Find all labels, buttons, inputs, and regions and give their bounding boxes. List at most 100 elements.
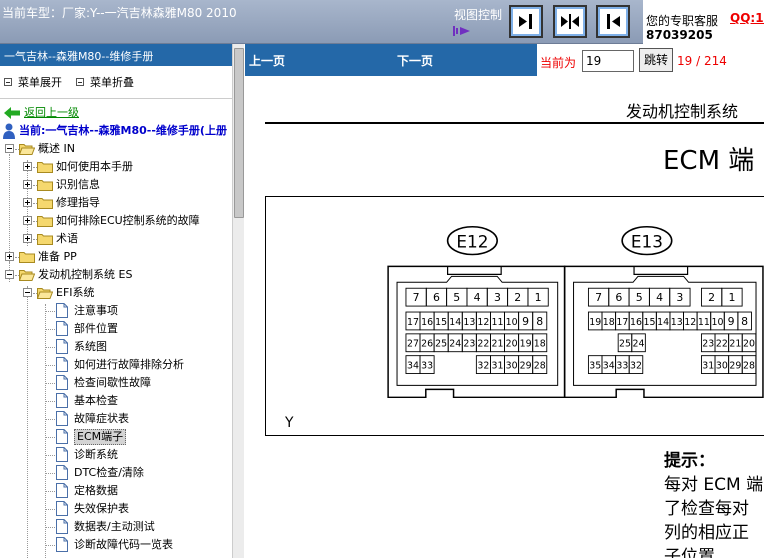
expand-all-label: 菜单展开 [18,76,62,89]
next-page-link[interactable]: 下一页 [397,52,433,69]
pin-number: 7 [413,291,420,304]
hint-title: 提示： [664,451,715,471]
tree-item-label: DTC检查/清除 [74,466,144,479]
top-bar: 当前车型：厂家:Y--一汽吉林森雅M80 2010 视图控制 您的专职客服 QQ… [0,0,764,44]
e13-pins: 7 6 5 4 3 2 119 18 17 16 15 14 13 12 11 10 9 825 24 23 22 21 2… [587,287,757,374]
service-number: 87039205 [646,28,713,42]
pin-number: 35 [589,361,601,372]
split-view-button[interactable] [553,5,587,38]
tree-line [45,383,55,384]
hint-line: 列的相应正 [664,523,749,543]
pin-number: 22 [477,339,489,350]
back-arrow-icon [4,107,20,119]
page-jump-box: 当前为 跳转 19 / 214 [537,44,764,76]
tree-item-label: 数据表/主动测试 [74,520,155,533]
tree-item[interactable]: 注意事项 [0,302,232,320]
tree-line [45,365,55,366]
pin-number: 11 [698,317,710,328]
tree-item[interactable]: EFI系统 [0,284,232,302]
pin-number: 32 [630,361,642,372]
scrollbar-thumb[interactable] [234,48,244,218]
tree-item[interactable]: 诊断系统 [0,446,232,464]
tree-item[interactable]: 数据表/主动测试 [0,518,232,536]
pin-number: 17 [407,317,419,328]
tree-item[interactable]: 故障症状表 [0,410,232,428]
expand-left-panel-button[interactable] [596,5,630,38]
pin-number: 12 [477,317,489,328]
expand-toggle-icon[interactable] [5,252,14,261]
tree-item-label: 诊断故障代码一览表 [74,538,173,551]
tree-item-label: 概述 IN [38,142,75,155]
pin-number: 31 [491,361,503,372]
pin-number: 27 [407,339,419,350]
pin-number: 16 [421,317,433,328]
tree-item[interactable]: 识别信息 [0,176,232,194]
expand-toggle-icon[interactable] [23,180,32,189]
tree-item[interactable]: 失效保护表 [0,500,232,518]
collapse-left-panel-button[interactable] [509,5,543,38]
tree-item[interactable]: 如何进行故障排除分析 [0,356,232,374]
folder-icon [37,180,53,191]
tree-item[interactable]: 准备 PP [0,248,232,266]
pin-number: 8 [536,315,543,328]
tree-item[interactable]: 修理指导 [0,194,232,212]
service-qq-link[interactable]: QQ:15 [730,11,764,25]
pin-number: 25 [619,339,631,350]
tree-line [45,419,55,420]
tree-item[interactable]: DTC检查/清除 [0,464,232,482]
tree-item-label: 准备 PP [38,250,77,263]
left-scrollbar[interactable] [232,44,244,558]
pin-number: 1 [729,291,736,304]
pin-number: 6 [615,291,622,304]
collapse-toggle-icon[interactable] [5,270,14,279]
expand-all-button[interactable]: 菜单展开 [4,74,62,90]
tree-item[interactable]: 定格数据 [0,482,232,500]
pin-number: 20 [506,339,518,350]
collapse-icon [76,78,84,86]
tree-item[interactable]: 如何排除ECU控制系统的故障 [0,212,232,230]
left-panel: 一气吉林--森雅M80--维修手册 菜单展开 菜单折叠 返回上一级 当前:一气吉… [0,44,244,558]
page-number-input[interactable] [582,50,634,72]
tree-item[interactable]: 检查间歇性故障 [0,374,232,392]
pin-number: 3 [494,291,501,304]
prev-page-link[interactable]: 上一页 [249,52,285,69]
jump-button[interactable]: 跳转 [639,48,673,72]
pin-number: 11 [491,317,503,328]
current-page-label: 当前为 [540,56,577,70]
folder-icon [37,162,53,173]
tree-line [45,401,55,402]
collapse-toggle-icon[interactable] [5,144,14,153]
tree-item-label: 发动机控制系统 ES [38,268,133,281]
expand-toggle-icon[interactable] [23,162,32,171]
tree-item[interactable]: ECM端子 [0,428,232,446]
pin-number: 1 [535,291,542,304]
tree-line [45,347,55,348]
tree-item-label: 识别信息 [56,178,100,191]
tree-item[interactable]: 部件位置 [0,320,232,338]
back-link[interactable]: 返回上一级 [24,104,79,122]
tree-item[interactable]: 基本检查 [0,392,232,410]
pin-number: 2 [514,291,521,304]
tree-item[interactable]: 系统图 [0,338,232,356]
tree-item[interactable]: 如何使用本手册 [0,158,232,176]
tree-item[interactable]: 诊断故障代码一览表 [0,536,232,554]
expand-toggle-icon[interactable] [23,234,32,243]
pin-number: 28 [743,361,755,372]
pin-number: 28 [534,361,546,372]
expand-toggle-icon[interactable] [23,198,32,207]
tree-item-label-selected: ECM端子 [74,429,127,445]
collapse-all-button[interactable]: 菜单折叠 [76,74,134,90]
tree-item[interactable]: 发动机控制系统 ES [0,266,232,284]
tree-item-label: 故障症状表 [74,412,129,425]
arrows-center-bar-icon [561,14,579,29]
expand-toggle-icon[interactable] [23,216,32,225]
tree-item[interactable]: 概述 IN [0,140,232,158]
folder-open-icon [19,144,35,155]
e13-housing [563,265,764,399]
collapse-toggle-icon[interactable] [23,288,32,297]
e12-label: E12 [456,232,488,252]
pin-number: 9 [728,315,735,328]
pin-number: 13 [463,317,475,328]
tree-item[interactable]: 术语 [0,230,232,248]
page-nav-bar: 上一页 下一页 当前为 跳转 19 / 214 [245,44,764,76]
